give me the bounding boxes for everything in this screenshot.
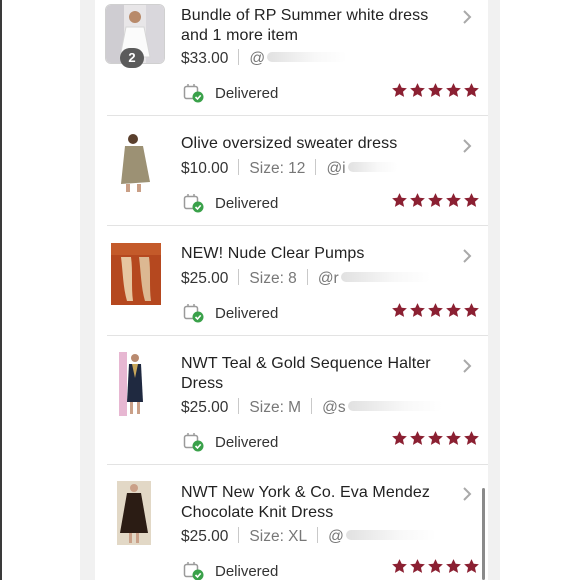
order-title: Bundle of RP Summer white dress and 1 mo…: [181, 7, 429, 44]
star-rating: [391, 430, 480, 446]
status-label: Delivered: [215, 85, 279, 102]
order-title: NEW! Nude Clear Pumps: [181, 245, 365, 262]
star-rating: [391, 558, 480, 574]
star-rating: [391, 192, 480, 208]
star-icon: [392, 303, 407, 317]
order-title: Olive oversized sweater dress: [181, 135, 398, 152]
order-list: 2 Bundle of RP Summer white dress and 1 …: [95, 0, 488, 580]
order-row[interactable]: NWT New York & Co. Eva Mendez Chocolate …: [95, 465, 488, 580]
delivered-package-icon: [183, 433, 204, 452]
order-row[interactable]: 2 Bundle of RP Summer white dress and 1 …: [95, 0, 488, 116]
star-rating: [391, 82, 480, 98]
order-price: $33.00: [181, 50, 229, 67]
redacted-seller: [267, 52, 348, 62]
star-rating: [391, 302, 480, 318]
star-icon: [446, 83, 461, 97]
star-icon: [428, 559, 443, 573]
meta-divider: [238, 269, 240, 285]
star-icon: [464, 193, 479, 207]
star-icon: [428, 193, 443, 207]
star-icon: [446, 193, 461, 207]
star-icon: [410, 193, 425, 207]
order-meta: $10.00 Size: 12 @i: [181, 159, 398, 178]
order-title: NWT Teal & Gold Sequence Halter Dress: [181, 355, 431, 392]
delivered-package-icon: [183, 304, 204, 323]
order-row[interactable]: NEW! Nude Clear Pumps $25.00 Size: 8 @r De…: [95, 226, 488, 336]
delivered-package-icon: [183, 194, 204, 213]
product-thumbnail: [111, 243, 161, 305]
status-label: Delivered: [215, 305, 279, 322]
star-icon: [464, 303, 479, 317]
meta-divider: [315, 159, 317, 175]
star-icon: [392, 193, 407, 207]
meta-divider: [306, 269, 308, 285]
redacted-seller: [340, 272, 431, 282]
delivered-package-icon: [183, 84, 204, 103]
star-icon: [446, 303, 461, 317]
redacted-seller: [347, 162, 398, 172]
product-thumbnail: [119, 352, 149, 416]
scrollbar-thumb[interactable]: [482, 488, 485, 580]
product-thumbnail: [117, 132, 153, 194]
meta-divider: [238, 159, 240, 175]
order-meta: $25.00 Size: 8 @r: [181, 269, 431, 288]
star-icon: [428, 303, 443, 317]
redacted-seller: [345, 530, 436, 540]
chevron-right-icon: [463, 359, 472, 373]
left-edge-bar: [0, 0, 2, 580]
chevron-right-icon: [463, 10, 472, 24]
size-label: Size: 8: [249, 270, 297, 287]
order-meta: $25.00 Size: XL @: [181, 527, 436, 546]
order-price: $25.00: [181, 399, 229, 416]
order-meta: $25.00 Size: M @s: [181, 398, 443, 417]
star-icon: [428, 431, 443, 445]
star-icon: [410, 303, 425, 317]
product-thumbnail: [117, 481, 151, 545]
order-price: $25.00: [181, 528, 229, 545]
order-price: $10.00: [181, 160, 229, 177]
meta-divider: [238, 398, 240, 414]
chevron-right-icon: [463, 487, 472, 501]
star-icon: [464, 431, 479, 445]
star-icon: [464, 559, 479, 573]
status-label: Delivered: [215, 434, 279, 451]
order-title: NWT New York & Co. Eva Mendez Chocolate …: [181, 484, 430, 521]
chevron-right-icon: [463, 139, 472, 153]
meta-divider: [238, 49, 240, 65]
seller-handle: @i: [326, 160, 346, 177]
delivered-package-icon: [183, 562, 204, 580]
star-icon: [392, 559, 407, 573]
star-icon: [410, 83, 425, 97]
order-price: $25.00: [181, 270, 229, 287]
seller-handle: @: [249, 50, 266, 67]
star-icon: [392, 83, 407, 97]
star-icon: [428, 83, 443, 97]
star-icon: [392, 431, 407, 445]
order-row[interactable]: NWT Teal & Gold Sequence Halter Dress $2…: [95, 336, 488, 465]
order-meta: $33.00 @: [181, 49, 348, 68]
chevron-right-icon: [463, 249, 472, 263]
seller-handle: @s: [322, 399, 346, 416]
star-icon: [464, 83, 479, 97]
size-label: Size: 12: [249, 160, 306, 177]
seller-handle: @: [328, 528, 344, 545]
size-label: Size: XL: [249, 528, 308, 545]
star-icon: [446, 431, 461, 445]
size-label: Size: M: [249, 399, 302, 416]
item-count-badge: 2: [120, 48, 144, 68]
star-icon: [410, 431, 425, 445]
redacted-seller: [347, 401, 443, 411]
meta-divider: [238, 527, 240, 543]
order-row[interactable]: Olive oversized sweater dress $10.00 Size…: [95, 116, 488, 226]
meta-divider: [317, 527, 319, 543]
status-label: Delivered: [215, 563, 279, 580]
meta-divider: [311, 398, 313, 414]
star-icon: [410, 559, 425, 573]
seller-handle: @r: [317, 270, 339, 287]
status-label: Delivered: [215, 195, 279, 212]
star-icon: [446, 559, 461, 573]
